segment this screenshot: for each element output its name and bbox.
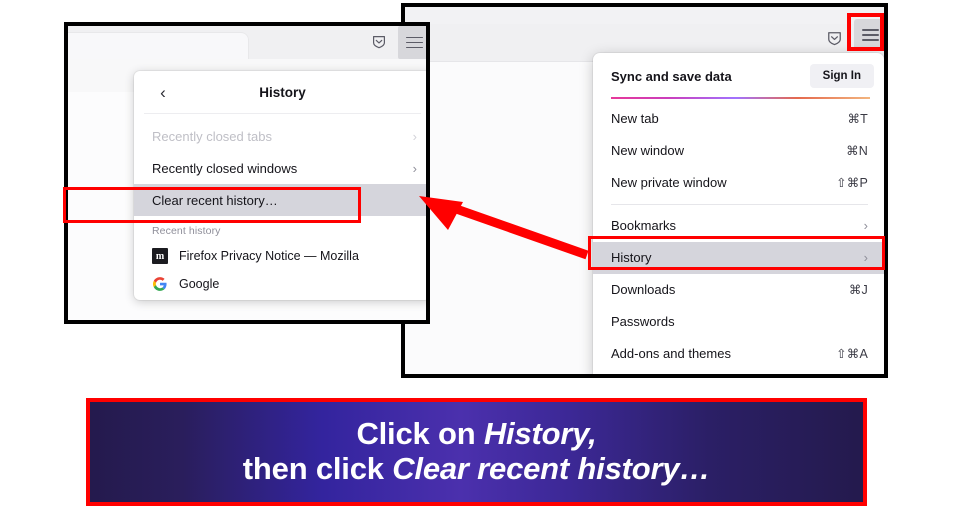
menu-separator (611, 203, 868, 205)
menu-item-bookmarks[interactable]: Bookmarks › (593, 210, 884, 242)
shield-icon[interactable] (823, 27, 845, 49)
menu-item-label: Recently closed tabs (152, 128, 272, 144)
left-browser-tab[interactable] (68, 33, 248, 59)
hamburger-menu-icon[interactable] (854, 19, 884, 51)
google-favicon (152, 276, 168, 292)
firefox-app-menu-popup: Sync and save data Sign In New tab ⌘T Ne… (593, 53, 884, 376)
hamburger-lines (405, 33, 423, 51)
caption-line-1: Click on History, (356, 416, 597, 452)
menu-item-history[interactable]: History › (593, 241, 884, 274)
history-list-item[interactable]: Google (134, 270, 426, 298)
menu-item-label: Clear recent history… (152, 192, 278, 208)
menu-item-passwords[interactable]: Passwords (593, 306, 884, 338)
menu-item-new-tab[interactable]: New tab ⌘T (593, 103, 884, 135)
hamburger-lines (861, 26, 879, 44)
instruction-caption-banner: Click on History, then click Clear recen… (86, 398, 867, 506)
menu-item-new-private-window[interactable]: New private window ⇧⌘P (593, 167, 884, 199)
chevron-right-icon: › (412, 128, 417, 144)
menu-item-new-window[interactable]: New window ⌘N (593, 135, 884, 167)
hamburger-menu-icon[interactable] (398, 26, 426, 59)
menu-item-label: History (611, 250, 652, 266)
caption-line-1-prefix: Click on (356, 416, 484, 452)
menu-item-downloads[interactable]: Downloads ⌘J (593, 274, 884, 306)
history-item-title: Firefox Privacy Notice — Mozilla (179, 249, 359, 263)
caption-line-2-prefix: then click (242, 451, 393, 486)
history-menu-items: Recently closed tabs › Recently closed w… (134, 114, 426, 300)
caption-line-1-emphasis: History, (483, 416, 597, 452)
menu-item-label: Add-ons and themes (611, 346, 731, 362)
gradient-divider (611, 97, 870, 99)
menu-item-recently-closed-tabs[interactable]: Recently closed tabs › (134, 120, 426, 152)
menu-item-shortcut: ⌘N (846, 144, 868, 159)
chevron-right-icon: › (863, 250, 868, 266)
menu-item-label: Recently closed windows (152, 160, 298, 176)
right-browser-screenshot: Sync and save data Sign In New tab ⌘T Ne… (401, 3, 888, 378)
menu-item-label: Passwords (611, 314, 675, 330)
caption-line-2-emphasis: Clear recent history… (392, 451, 711, 486)
menu-item-label: New tab (611, 111, 659, 127)
menu-item-label: New window (611, 143, 684, 159)
menu-item-label: Downloads (611, 282, 676, 298)
history-item-title: Google (179, 277, 220, 291)
menu-item-recently-closed-windows[interactable]: Recently closed windows › (134, 152, 426, 184)
shield-icon[interactable] (368, 31, 390, 53)
sync-label: Sync and save data (611, 68, 732, 84)
menu-item-shortcut: ⇧⌘P (836, 176, 868, 191)
chevron-right-icon: › (863, 218, 868, 234)
left-browser-screenshot: ‹ History Recently closed tabs › Recentl… (64, 22, 430, 324)
menu-item-shortcut: ⇧⌘A (836, 347, 868, 362)
caption-line-2: then click Clear recent history… (242, 451, 711, 487)
sign-in-button[interactable]: Sign In (809, 64, 874, 88)
sync-and-save-row: Sync and save data Sign In (593, 57, 884, 95)
history-submenu-popup: ‹ History Recently closed tabs › Recentl… (134, 71, 426, 300)
menu-item-label: New private window (611, 175, 727, 191)
history-popup-header: ‹ History (144, 71, 421, 114)
menu-item-addons-and-themes[interactable]: Add-ons and themes ⇧⌘A (593, 338, 884, 370)
right-tab-bar (405, 7, 884, 24)
menu-item-shortcut: ⌘J (848, 283, 868, 298)
menu-separator (611, 375, 868, 376)
menu-item-clear-recent-history[interactable]: Clear recent history… (134, 184, 426, 216)
mozilla-favicon: m (152, 248, 168, 264)
menu-item-shortcut: ⌘T (847, 112, 868, 127)
history-list-item[interactable]: m Firefox Privacy Notice — Mozilla (134, 242, 426, 270)
menu-item-label: Bookmarks (611, 218, 677, 234)
history-popup-title: History (259, 84, 306, 100)
chevron-left-icon[interactable]: ‹ (150, 79, 176, 105)
recent-history-section-label: Recent history (152, 225, 221, 237)
chevron-right-icon: › (412, 160, 417, 176)
